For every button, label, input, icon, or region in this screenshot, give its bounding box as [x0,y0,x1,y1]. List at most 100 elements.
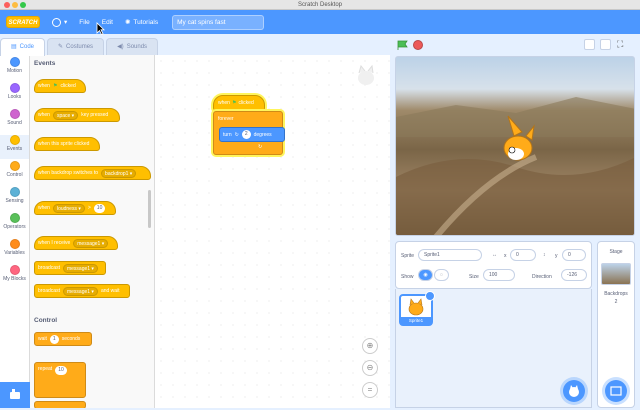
broadcast-dropdown[interactable]: message1 ▾ [62,263,98,273]
add-extension-button[interactable] [0,382,30,408]
code-icon: ▤ [11,44,17,50]
dropdown-value: message1 [66,265,91,272]
direction-input[interactable]: -126 [561,269,587,281]
repeat-block[interactable]: repeat 10 [34,362,86,398]
category-color-icon [9,83,20,93]
sprite-thumbnail-name: Sprite1 [401,317,431,324]
block-text: seconds [61,336,81,342]
tutorials-label: Tutorials [133,18,159,26]
category-label: Sensing [5,198,24,204]
zoom-reset-icon: = [367,385,373,394]
category-sensing[interactable]: Sensing [0,187,29,211]
palette-scrollbar[interactable] [148,190,151,228]
category-control[interactable]: Control [0,161,29,185]
x-arrows-icon: ↔ [492,252,497,258]
tutorials-menu[interactable]: ✺ Tutorials [125,18,159,27]
maximize-window-button[interactable] [20,2,26,8]
when-sprite-clicked-block[interactable]: when this sprite clicked [34,137,100,151]
direction-label: Direction [532,274,552,280]
wait-block[interactable]: wait 1 seconds [34,332,92,346]
events-header: Events [34,60,56,67]
minimize-window-button[interactable] [12,2,18,8]
category-label: Sound [7,120,22,126]
zoom-out-button[interactable]: ⊖ [362,360,378,376]
turn-degrees-input[interactable]: 2 [241,130,251,139]
size-label: Size [469,274,479,280]
backdrop-thumbnail[interactable] [601,263,631,285]
stage-canvas[interactable] [395,56,635,236]
y-position-input[interactable]: 0 [562,249,586,261]
category-color-icon [9,109,20,119]
key-dropdown[interactable]: space ▾ [52,110,79,120]
close-window-button[interactable] [4,2,10,8]
block-text: wait [38,336,47,342]
category-events[interactable]: Events [0,135,29,159]
broadcast-block[interactable]: broadcast message1 ▾ [34,261,106,275]
category-label: Operators [3,224,26,230]
x-position-input[interactable]: 0 [510,249,536,261]
hide-sprite-button[interactable]: ◌ [434,269,449,281]
green-flag-icon: ⚑ [231,100,237,106]
repeat-input[interactable]: 10 [55,366,67,375]
loudness-dropdown[interactable]: loudness ▾ [52,203,85,213]
category-motion[interactable]: Motion [0,57,29,81]
receive-dropdown[interactable]: message1 ▾ [73,238,109,248]
choose-backdrop-button[interactable] [605,380,627,402]
scratch-logo[interactable]: SCRATCH [6,16,40,28]
language-menu[interactable]: ▾ [52,17,68,27]
script-when-flag-clicked[interactable]: when ⚑ clicked [213,95,265,111]
category-my-blocks[interactable]: My Blocks [0,265,29,289]
delete-sprite-button[interactable] [425,291,435,301]
when-i-receive-block[interactable]: when I receive message1 ▾ [34,236,118,250]
sprite-info-panel: Sprite Sprite1 ↔ x 0 ↕ y 0 Show ◉ ◌ Size… [395,241,592,289]
tab-sounds[interactable]: ◀) Sounds [106,38,159,56]
category-looks[interactable]: Looks [0,83,29,107]
tab-costumes[interactable]: ✎ Costumes [47,38,105,56]
fullscreen-button[interactable]: ⛶ [617,39,628,50]
block-text: when [218,100,230,106]
loop-arrow-icon: ↻ [258,144,263,150]
when-loudness-block[interactable]: when loudness ▾ > 10 [34,201,116,215]
dropdown-value: loudness [56,205,77,212]
tab-code[interactable]: ▤ Code [0,38,46,56]
project-title-input[interactable]: My cat spins fast [172,14,265,30]
green-flag-button[interactable] [396,40,408,50]
y-label: y [555,253,558,259]
when-flag-clicked-block[interactable]: when ⚑ clicked [34,79,86,93]
when-backdrop-switches-block[interactable]: when backdrop switches to backdrop1 ▾ [34,166,151,180]
category-operators[interactable]: Operators [0,213,29,237]
cat-add-icon [569,385,579,397]
control-header: Control [34,317,58,324]
zoom-reset-button[interactable]: = [362,382,378,398]
script-workspace[interactable] [155,55,390,408]
stop-button[interactable] [413,40,423,50]
category-label: Events [6,146,23,152]
when-key-pressed-block[interactable]: when space ▾ key pressed [34,108,120,122]
large-stage-button[interactable] [600,39,611,50]
broadcast-wait-dropdown[interactable]: message1 ▾ [62,286,98,296]
script-turn-block[interactable]: turn ↻ 2 degrees [219,127,285,142]
choose-sprite-button[interactable] [563,380,585,402]
size-input[interactable]: 100 [483,269,515,281]
block-palette: Events when ⚑ clicked when space ▾ key p… [30,55,155,408]
backdrop-dropdown[interactable]: backdrop1 ▾ [101,168,137,178]
zoom-in-button[interactable]: ⊕ [362,338,378,354]
loudness-input[interactable]: 10 [93,203,106,213]
globe-icon [52,17,61,27]
block-text: when [38,205,50,211]
chevron-down-icon: ▾ [64,19,68,26]
dropdown-value: space [56,112,71,119]
dropdown-value: message1 [66,288,91,295]
broadcast-and-wait-block[interactable]: broadcast message1 ▾ and wait [34,284,130,298]
file-menu[interactable]: File [79,19,89,26]
category-variables[interactable]: Variables [0,239,29,263]
category-sound[interactable]: Sound [0,109,29,133]
sprite-name-input[interactable]: Sprite1 [418,249,482,261]
forever-block-partial[interactable] [34,401,86,408]
small-stage-button[interactable] [584,39,595,50]
cat-sprite[interactable] [496,112,538,170]
backdrop-add-icon [610,386,622,396]
wait-input[interactable]: 1 [49,334,59,344]
extension-icon [10,389,20,399]
show-visible-button[interactable]: ◉ [418,269,433,281]
